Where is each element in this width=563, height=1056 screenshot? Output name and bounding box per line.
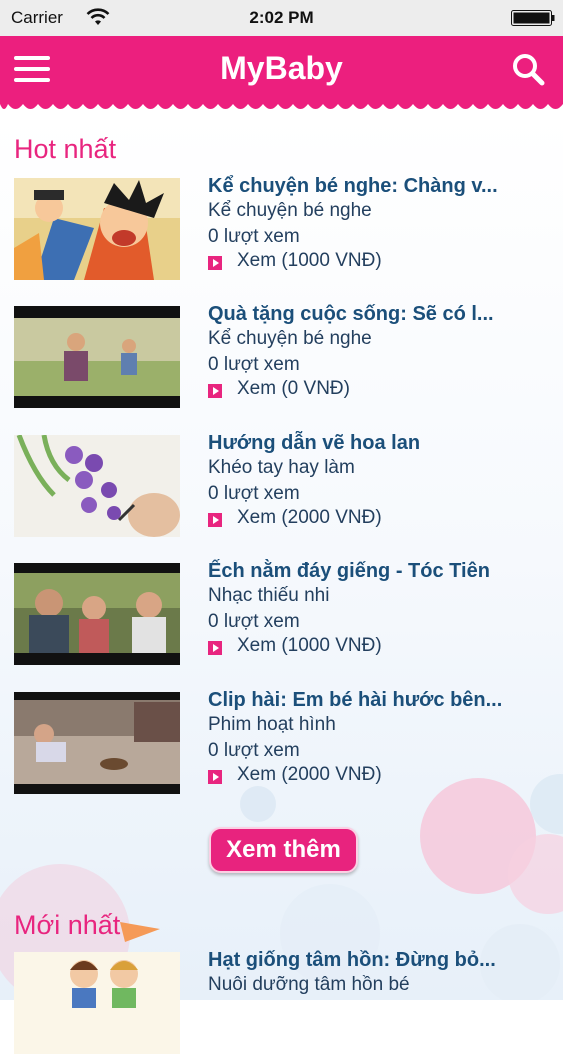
video-category: Nhạc thiếu nhi xyxy=(208,585,330,606)
play-icon xyxy=(208,513,222,527)
video-thumbnail[interactable] xyxy=(14,435,180,537)
watch-label: Xem (2000 VNĐ) xyxy=(237,764,382,785)
video-title[interactable]: Hạt giống tâm hồn: Đừng bỏ... xyxy=(208,948,548,972)
video-thumbnail[interactable] xyxy=(14,178,180,280)
play-icon xyxy=(208,384,222,398)
video-category: Khéo tay hay làm xyxy=(208,457,355,478)
watch-label: Xem (2000 VNĐ) xyxy=(237,507,382,528)
video-thumbnail[interactable] xyxy=(14,306,180,408)
watch-button[interactable]: Xem (0 VNĐ) xyxy=(208,378,548,400)
video-category: Nuôi dưỡng tâm hồn bé xyxy=(208,974,410,995)
video-title[interactable]: Kể chuyện bé nghe: Chàng v... xyxy=(208,174,548,198)
video-category: Kể chuyện bé nghe xyxy=(208,328,372,349)
section-title-hot: Hot nhất xyxy=(14,134,117,164)
watch-label: Xem (1000 VNĐ) xyxy=(237,250,382,271)
video-views: 0 lượt xem xyxy=(208,740,300,761)
video-thumbnail[interactable] xyxy=(14,952,180,1054)
video-title[interactable]: Ếch nằm đáy giếng - Tóc Tiên xyxy=(208,559,548,583)
status-bar: Carrier 2:02 PM xyxy=(0,0,563,36)
video-title[interactable]: Clip hài: Em bé hài hước bên... xyxy=(208,688,548,712)
status-time: 2:02 PM xyxy=(249,8,314,27)
app-title: MyBaby xyxy=(220,50,343,86)
video-views: 0 lượt xem xyxy=(208,354,300,375)
header-wave-border xyxy=(0,100,563,109)
search-icon[interactable] xyxy=(511,52,545,86)
watch-button[interactable]: Xem (1000 VNĐ) xyxy=(208,250,548,272)
watch-label: Xem (0 VNĐ) xyxy=(237,378,350,399)
battery-icon xyxy=(511,10,555,26)
watch-label: Xem (1000 VNĐ) xyxy=(237,635,382,656)
video-thumbnail[interactable] xyxy=(14,563,180,665)
video-title[interactable]: Hướng dẫn vẽ hoa lan xyxy=(208,431,548,455)
watch-button[interactable]: Xem (2000 VNĐ) xyxy=(208,764,548,786)
video-item[interactable]: Ếch nằm đáy giếng - Tóc Tiên Nhạc thiếu … xyxy=(14,560,549,667)
video-views: 0 lượt xem xyxy=(208,483,300,504)
video-views: 0 lượt xem xyxy=(208,226,300,247)
app-header: MyBaby xyxy=(0,36,563,104)
video-item[interactable]: Kể chuyện bé nghe: Chàng v... Kể chuyện … xyxy=(14,175,549,282)
section-title-new: Mới nhất xyxy=(14,910,121,940)
play-icon xyxy=(208,770,222,784)
video-thumbnail[interactable] xyxy=(14,692,180,794)
video-views: 0 lượt xem xyxy=(208,611,300,632)
video-category: Phim hoạt hình xyxy=(208,714,336,735)
play-icon xyxy=(208,256,222,270)
video-category: Kể chuyện bé nghe xyxy=(208,200,372,221)
watch-button[interactable]: Xem (1000 VNĐ) xyxy=(208,635,548,657)
video-item[interactable]: Hướng dẫn vẽ hoa lan Khéo tay hay làm 0 … xyxy=(14,432,549,539)
video-title[interactable]: Quà tặng cuộc sống: Sẽ có l... xyxy=(208,302,548,326)
video-item[interactable]: Clip hài: Em bé hài hước bên... Phim hoạ… xyxy=(14,689,549,796)
video-item[interactable]: Quà tặng cuộc sống: Sẽ có l... Kể chuyện… xyxy=(14,303,549,410)
see-more-button[interactable]: Xem thêm xyxy=(209,827,358,873)
video-item[interactable]: Hạt giống tâm hồn: Đừng bỏ... Nuôi dưỡng… xyxy=(14,949,549,1056)
play-icon xyxy=(208,641,222,655)
watch-button[interactable]: Xem (2000 VNĐ) xyxy=(208,507,548,529)
